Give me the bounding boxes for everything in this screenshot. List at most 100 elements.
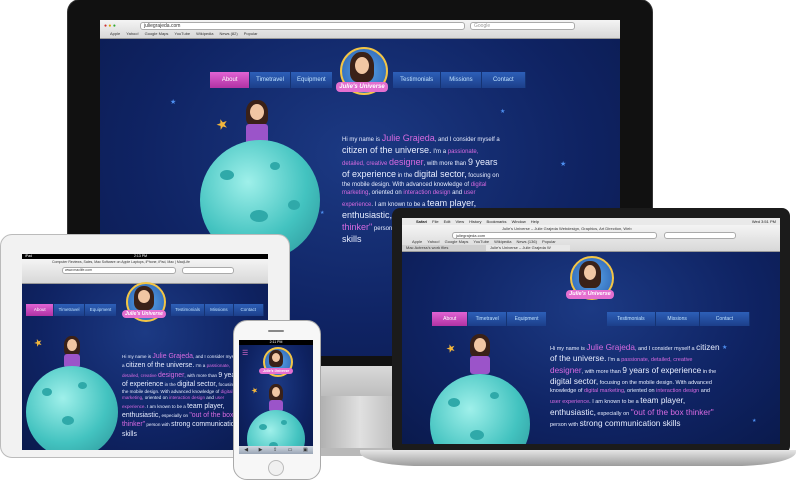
search-field[interactable] [182,267,234,274]
menu-clock: Wed 3:51 PM [751,219,776,224]
search-field[interactable]: Google [470,22,575,30]
star-decoration: ★ [170,99,177,106]
bio-text: Hi my name is Julie Grajeda, and I consi… [122,353,242,438]
address-bar[interactable]: juliegrajeda.com [140,22,465,30]
menu-item[interactable]: Window [512,218,526,225]
character-face [272,387,280,397]
page-title: Computer Reviews, Sales, Mac Software on… [52,260,190,264]
nav-equipment[interactable]: Equipment [84,304,117,316]
bookmark-item[interactable]: Apple [412,239,422,244]
nav-logo-gap [116,304,171,316]
iphone-speaker [268,330,284,332]
menu-item[interactable]: Safari [416,218,427,225]
planet-illustration [26,366,118,450]
iphone-home-button[interactable] [268,460,284,476]
nav-testimonials[interactable]: Testimonials [170,304,206,316]
star-decoration: ★ [320,210,325,216]
star-decoration: ★ [722,345,728,351]
nav-logo-gap [546,312,607,326]
nav-missions[interactable]: Missions [205,304,234,316]
shooting-star-icon: ★ [213,114,231,134]
window-title: Julie's Universe – Julie Grajeda Webdesi… [502,226,632,231]
nav-contact[interactable]: Contact [233,304,264,316]
shooting-star-icon: ★ [444,341,458,357]
nav-missions[interactable]: Missions [655,312,700,326]
laptop-browser-toolbar: Julie's Universe – Julie Grajeda Webdesi… [402,225,780,252]
nav-testimonials[interactable]: Testimonials [607,312,656,326]
menu-item[interactable]: History [469,218,481,225]
nav-timetravel[interactable]: Timetravel [250,72,291,88]
bookmark-item[interactable]: News (82) [219,31,237,36]
imac-browser-toolbar: ● ● ● juliegrajeda.com Google Apple Yaho… [100,20,620,39]
iphone-screen: 2:11 PM ☰ Julie's Universe ★ ◀ ▶ ⇪ ▭ ▣ [239,340,313,454]
star-decoration: ★ [752,418,757,424]
safari-toolbar: ◀ ▶ ⇪ ▭ ▣ [239,446,313,454]
star-decoration: ★ [500,109,506,115]
browser-tab[interactable]: Julie's Universe – Julie Grajeda W [486,245,570,251]
search-field[interactable] [664,232,736,239]
site-logo[interactable]: Julie's Universe [566,290,614,299]
tabs-icon[interactable]: ▣ [303,447,308,453]
nav-equipment[interactable]: Equipment [506,312,547,326]
address-bar[interactable]: www.maclife.com [62,267,176,274]
nav-about[interactable]: About [432,312,469,326]
menu-bar: Safari File Edit View History Bookmarks … [402,218,780,225]
nav-testimonials[interactable]: Testimonials [393,72,442,88]
main-nav: About Timetravel Equipment Testimonials … [26,304,264,316]
logo-avatar-face [584,265,596,280]
menu-item[interactable]: View [455,218,464,225]
nav-about[interactable]: About [26,304,55,316]
nav-timetravel[interactable]: Timetravel [54,304,85,316]
bookmark-item[interactable]: Popular [244,31,258,36]
address-bar[interactable]: juliegrajeda.com [452,232,657,239]
bookmark-item[interactable]: Yahoo! [126,31,138,36]
ipad-browser-toolbar: Computer Reviews, Sales, Mac Software on… [22,259,268,284]
nav-equipment[interactable]: Equipment [290,72,333,88]
forward-icon[interactable]: ▶ [259,447,263,453]
share-icon[interactable]: ⇪ [273,447,277,453]
bookmark-item[interactable]: Yahoo! [427,239,439,244]
nav-contact[interactable]: Contact [699,312,751,326]
nav-timetravel[interactable]: Timetravel [468,312,507,326]
nav-contact[interactable]: Contact [481,72,526,88]
shooting-star-icon: ★ [32,336,45,351]
character-face [250,104,264,120]
star-decoration: ★ [560,161,567,168]
bookmarks-icon[interactable]: ▭ [288,447,293,453]
bookmark-item[interactable]: News (136) [516,239,536,244]
menu-item[interactable]: Bookmarks [487,218,507,225]
window-controls[interactable]: ● ● ● [104,23,116,29]
character-face [474,338,486,352]
nav-about[interactable]: About [210,72,251,88]
iphone-status-bar: 2:11 PM [239,340,313,345]
site-logo[interactable]: Julie's Universe [259,368,293,374]
bookmarks-bar: Apple Yahoo! Google Maps YouTube Wikiped… [412,239,556,244]
menu-item[interactable]: Edit [444,218,451,225]
bookmark-item[interactable]: Apple [110,31,120,36]
menu-icon[interactable]: ☰ [242,349,248,357]
planet-illustration [430,374,530,444]
shooting-star-icon: ★ [249,385,260,396]
bookmark-item[interactable]: YouTube [473,239,489,244]
back-icon[interactable]: ◀ [244,447,248,453]
character-body [470,356,490,374]
nav-missions[interactable]: Missions [441,72,482,88]
menu-item[interactable]: File [432,218,438,225]
tab-bar: Mac Actress's work files Julie's Univers… [402,245,780,251]
main-nav: About Timetravel Equipment Testimonials … [432,312,751,326]
ipad-screen: iPad 2:13 PM Computer Reviews, Sales, Ma… [22,254,268,450]
main-nav: About Timetravel Equipment Testimonials … [210,72,526,88]
bookmark-item[interactable]: Popular [542,239,556,244]
bookmarks-bar: Apple Yahoo! Google Maps YouTube Wikiped… [110,31,258,36]
bookmark-item[interactable]: Google Maps [445,239,469,244]
bookmark-item[interactable]: Wikipedia [494,239,511,244]
bio-text: Hi my name is Julie Grajeda, and I consi… [550,343,720,428]
browser-tab[interactable]: Mac Actress's work files [402,245,486,251]
menu-item[interactable]: Help [531,218,539,225]
bookmark-item[interactable]: Wikipedia [196,31,213,36]
laptop-base [360,450,796,466]
bookmark-item[interactable]: YouTube [174,31,190,36]
bookmark-item[interactable]: Google Maps [145,31,169,36]
character-face [67,339,77,351]
logo-avatar-face [138,290,150,303]
